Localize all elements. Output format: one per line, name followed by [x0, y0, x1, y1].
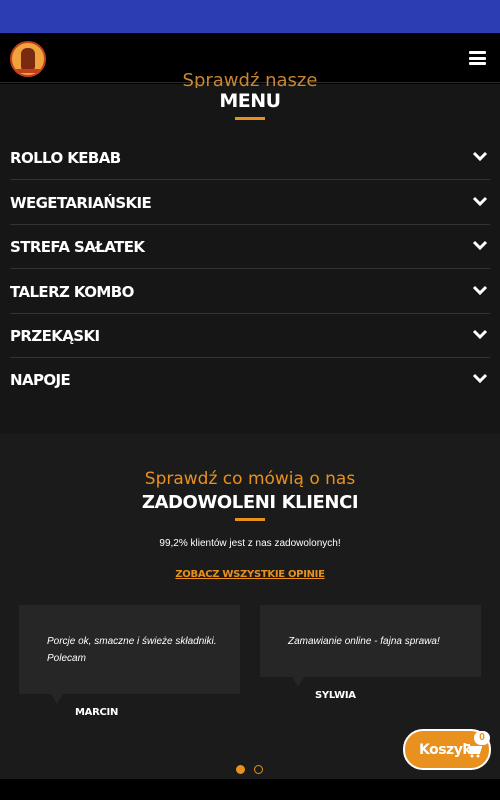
hamburger-icon[interactable] — [469, 51, 486, 65]
cart-icon — [466, 744, 483, 758]
menu-category-label: WEGETARIAŃSKIE — [10, 194, 152, 212]
chevron-down-icon — [472, 329, 488, 341]
review-quote-line: Zamawianie online - fajna sprawa! — [288, 636, 440, 647]
footer-strip — [0, 779, 500, 800]
cart-count-badge: 0 — [474, 731, 490, 745]
menu-category-label: ROLLO KEBAB — [10, 149, 121, 167]
menu-category-przekaski[interactable]: PRZEKĄSKI — [10, 314, 490, 358]
chevron-down-icon — [472, 285, 488, 297]
speech-bubble-tail — [51, 694, 63, 704]
menu-section: Sprawdź nasze MENU ROLLO KEBAB WEGETARIA… — [0, 70, 500, 434]
all-reviews-link-wrap: ZOBACZ WSZYSTKIE OPINIE — [0, 564, 500, 582]
menu-subtitle: Sprawdź nasze — [182, 70, 318, 88]
menu-category-strefa-salatek[interactable]: STREFA SAŁATEK — [10, 225, 490, 269]
carousel-dot-2[interactable] — [254, 765, 263, 774]
chevron-down-icon — [472, 373, 488, 385]
review-author: MARCIN — [75, 707, 119, 718]
chevron-down-icon — [472, 240, 488, 252]
reviews-title-underline — [235, 518, 265, 521]
review-author: SYLWIA — [315, 690, 356, 701]
review-quote: Porcje ok, smaczne i świeże składniki. P… — [47, 633, 217, 667]
reviews-title: ZADOWOLENI KLIENCI — [141, 492, 359, 513]
chevron-down-icon — [472, 196, 488, 208]
review-card: Zamawianie online - fajna sprawa! — [260, 605, 481, 687]
reviews-kicker: Sprawdź co mówią o nas — [144, 469, 356, 489]
review-card: Porcje ok, smaczne i świeże składniki. P… — [19, 605, 240, 704]
menu-category-rollo-kebab[interactable]: ROLLO KEBAB — [10, 136, 490, 180]
menu-category-napoje[interactable]: NAPOJE — [10, 358, 490, 402]
carousel-dot-1[interactable] — [236, 765, 245, 774]
menu-title-underline — [235, 117, 265, 120]
menu-title: MENU — [219, 90, 281, 112]
review-quote: Zamawianie online - fajna sprawa! — [288, 633, 440, 650]
speech-bubble-tail — [292, 677, 304, 687]
menu-category-label: PRZEKĄSKI — [10, 327, 100, 345]
review-quote-line: Porcje ok, smaczne i świeże składniki. — [47, 636, 217, 647]
menu-category-label: NAPOJE — [10, 371, 71, 389]
menu-category-label: STREFA SAŁATEK — [10, 238, 145, 256]
status-bar — [0, 0, 500, 33]
cart-button-label: Koszyk — [419, 742, 472, 758]
reviews-stat: 99,2% klientów jest z nas zadowolonych! — [159, 538, 341, 549]
review-quote-line: Polecam — [47, 653, 86, 664]
menu-category-talerz-kombo[interactable]: TALERZ KOMBO — [10, 270, 490, 314]
all-reviews-link[interactable]: ZOBACZ WSZYSTKIE OPINIE — [175, 569, 325, 580]
reviews-section: Sprawdź co mówią o nas ZADOWOLENI KLIENC… — [0, 434, 500, 779]
chevron-down-icon — [472, 151, 488, 163]
menu-category-wegetarianskie[interactable]: WEGETARIAŃSKIE — [10, 181, 490, 225]
menu-category-label: TALERZ KOMBO — [10, 283, 134, 301]
